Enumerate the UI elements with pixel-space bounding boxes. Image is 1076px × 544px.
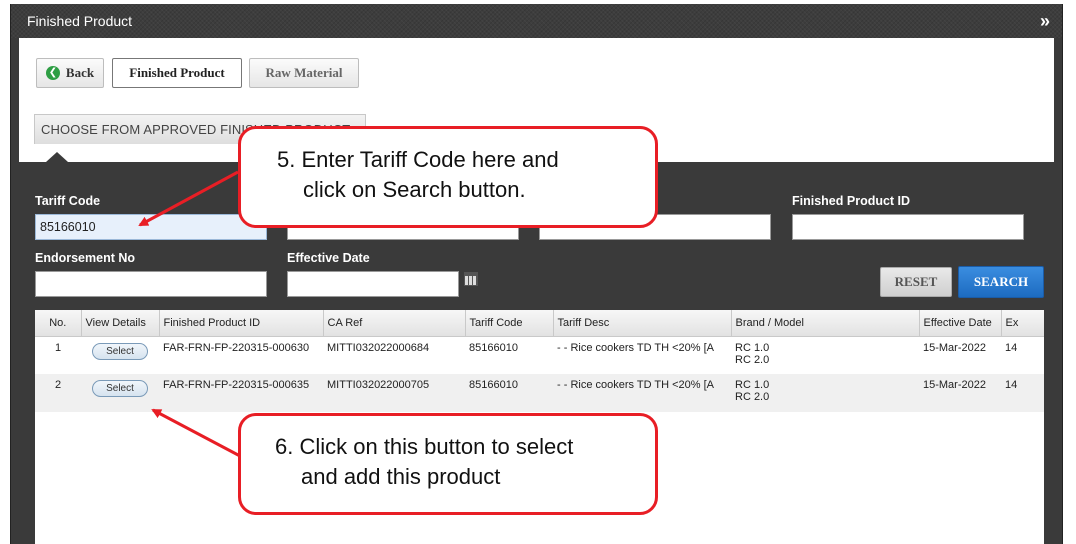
- step6-callout-line-1: 6. Click on this button to select: [275, 434, 574, 459]
- step6-callout-line-2: and add this product: [301, 464, 501, 489]
- step5-arrow: [138, 170, 239, 227]
- step6-callout: 6. Click on this button to select and ad…: [238, 413, 658, 515]
- step5-callout-line-2: click on Search button.: [303, 177, 526, 202]
- step5-callout: 5. Enter Tariff Code here and click on S…: [238, 126, 658, 228]
- step6-arrow: [151, 408, 241, 458]
- step5-callout-line-1: 5. Enter Tariff Code here and: [277, 147, 559, 172]
